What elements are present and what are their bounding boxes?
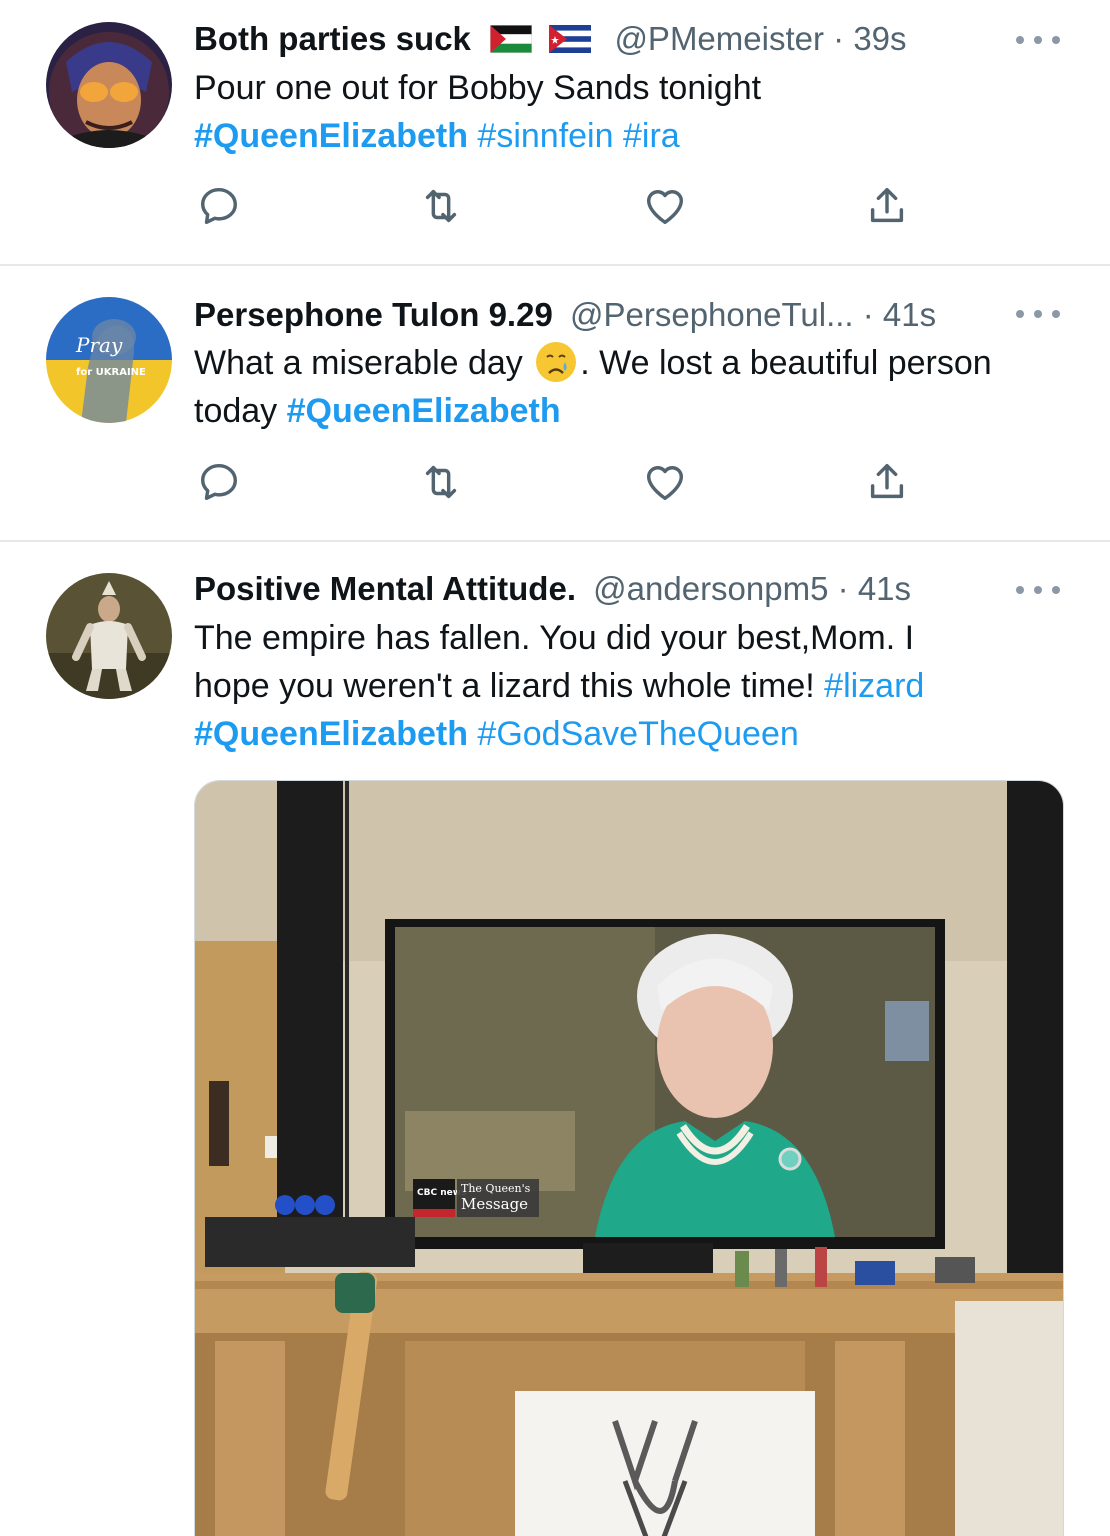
more-icon[interactable]	[1016, 580, 1060, 600]
share-icon[interactable]	[862, 181, 912, 231]
tweet-media-photo[interactable]: CBC news The Queen's Message	[194, 780, 1064, 1536]
hashtag-link[interactable]: #ira	[623, 117, 680, 155]
separator-dot: ·	[837, 570, 849, 607]
tweet-header: Positive Mental Attitude. @andersonpm5 ·…	[194, 569, 1000, 609]
tweet-header: Both parties suck @PMemeister · 39s	[194, 19, 1000, 59]
display-name[interactable]: Both parties suck	[194, 20, 471, 57]
hashtag-link[interactable]: #GodSaveTheQueen	[477, 715, 798, 753]
user-handle[interactable]: @PMemeister	[614, 20, 824, 57]
display-name[interactable]: Persephone Tulon 9.29	[194, 296, 553, 333]
avatar[interactable]	[46, 22, 172, 148]
tweet-text-body: The empire has fallen. You did your best…	[194, 619, 915, 657]
avatar[interactable]: Pray for UKRAINE	[46, 297, 172, 423]
hashtag-link[interactable]: #QueenElizabeth	[194, 117, 468, 155]
timestamp[interactable]: 41s	[858, 570, 911, 607]
timestamp[interactable]: 41s	[883, 296, 936, 333]
more-icon[interactable]	[1016, 30, 1060, 50]
cuba-flag-icon	[549, 22, 592, 59]
photo-tv-queen: CBC news The Queen's Message	[195, 781, 1063, 1536]
share-icon[interactable]	[862, 457, 912, 507]
user-handle[interactable]: @PersephoneTul...	[570, 296, 854, 333]
tweet[interactable]: Pray for UKRAINE Persephone Tulon 9.29 @…	[0, 266, 1110, 540]
separator-dot: ·	[862, 296, 874, 333]
tv-caption: Message	[461, 1195, 528, 1213]
crying-face-icon	[534, 340, 578, 384]
hashtag-link[interactable]: #lizard	[824, 667, 924, 705]
avatar-caption: for UKRAINE	[76, 367, 146, 378]
tweet-text: Pour one out for Bobby Sands tonight #Qu…	[194, 64, 1070, 160]
tweet-text: The empire has fallen. You did your best…	[194, 614, 1070, 758]
display-name[interactable]: Positive Mental Attitude.	[194, 570, 576, 607]
reply-icon[interactable]	[194, 181, 244, 231]
hashtag-link[interactable]: #QueenElizabeth	[287, 392, 561, 430]
tv-caption: The Queen's	[461, 1182, 531, 1195]
like-icon[interactable]	[640, 457, 690, 507]
action-bar	[0, 181, 1110, 231]
tweet-header: Persephone Tulon 9.29 @PersephoneTul... …	[194, 295, 1000, 335]
tweet-text-body: . We lost a beautiful person	[580, 344, 992, 382]
hashtag-link[interactable]: #sinnfein	[477, 117, 613, 155]
hashtag-link[interactable]: #QueenElizabeth	[194, 715, 468, 753]
avatar[interactable]	[46, 573, 172, 699]
palestine-flag-icon	[489, 22, 533, 59]
reply-icon[interactable]	[194, 457, 244, 507]
more-icon[interactable]	[1016, 304, 1060, 324]
avatar-image: Pray for UKRAINE	[46, 297, 172, 423]
tweet-text-body: hope you weren't a lizard this whole tim…	[194, 667, 815, 705]
tweet-text-body: today	[194, 392, 278, 430]
tweet-text-body: Pour one out for Bobby Sands tonight	[194, 69, 762, 107]
tweet-text: What a miserable day . We lost a beautif…	[194, 339, 1070, 435]
avatar-image	[46, 22, 172, 148]
like-icon[interactable]	[640, 181, 690, 231]
avatar-image	[46, 573, 172, 699]
separator-dot: ·	[833, 20, 845, 57]
retweet-icon[interactable]	[416, 181, 466, 231]
user-handle[interactable]: @andersonpm5	[593, 570, 828, 607]
retweet-icon[interactable]	[416, 457, 466, 507]
tweet-text-body: What a miserable day	[194, 344, 523, 382]
timestamp[interactable]: 39s	[853, 20, 906, 57]
tweet[interactable]: Both parties suck @PMemeister · 39s Pour…	[0, 0, 1110, 264]
action-bar	[0, 457, 1110, 507]
avatar-caption: Pray	[75, 333, 123, 357]
